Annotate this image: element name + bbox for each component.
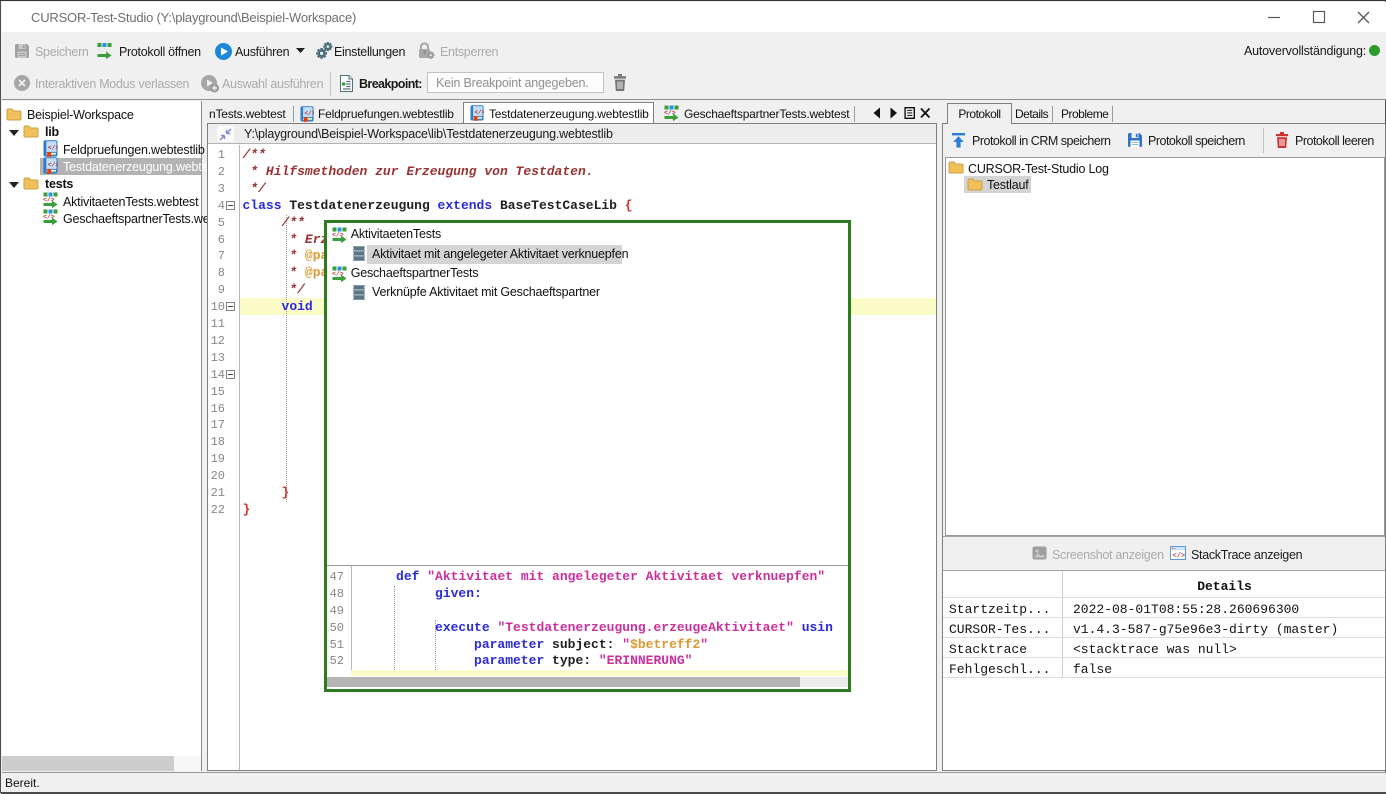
svg-text:</>: </> — [48, 161, 58, 168]
svg-text:</>: </> — [1173, 553, 1186, 561]
svg-text:</>: </> — [48, 144, 58, 151]
svg-text:</>: </> — [474, 109, 484, 116]
svg-text:</>: </> — [304, 110, 314, 117]
